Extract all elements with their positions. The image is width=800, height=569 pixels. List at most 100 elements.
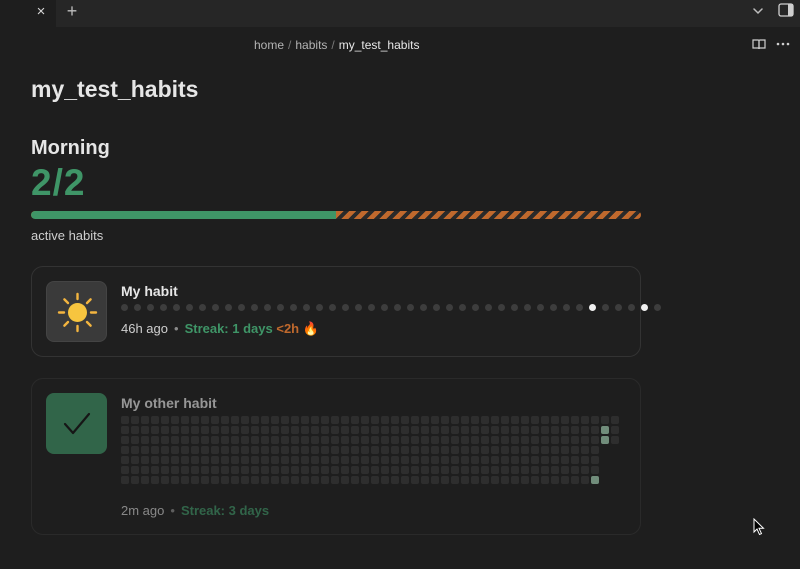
history-cell xyxy=(251,446,259,454)
history-cell xyxy=(221,416,229,424)
history-cell xyxy=(151,436,159,444)
history-cell xyxy=(131,436,139,444)
history-dot xyxy=(199,304,206,311)
last-completed: 46h ago xyxy=(121,321,168,336)
chevron-down-icon[interactable] xyxy=(751,4,765,18)
history-cell xyxy=(541,456,549,464)
habit-meta: 46h ago • Streak: 1 days <2h 🔥 xyxy=(121,321,319,337)
history-dot xyxy=(147,304,154,311)
history-cell xyxy=(611,416,619,424)
sidebar-toggle-icon[interactable] xyxy=(778,3,794,17)
progress-fill xyxy=(31,211,336,219)
history-cell xyxy=(131,476,139,484)
history-cell xyxy=(431,466,439,474)
history-cell xyxy=(411,446,419,454)
history-dot xyxy=(173,304,180,311)
history-cell xyxy=(141,466,149,474)
breadcrumb-habits[interactable]: habits xyxy=(295,38,327,52)
history-cell xyxy=(541,446,549,454)
new-tab-button[interactable]: + xyxy=(64,1,80,21)
history-cell xyxy=(241,416,249,424)
history-cell xyxy=(221,426,229,434)
history-cell xyxy=(541,466,549,474)
active-tab[interactable]: × xyxy=(0,0,56,27)
history-cell xyxy=(271,416,279,424)
history-cell xyxy=(371,426,379,434)
history-cell xyxy=(241,446,249,454)
history-cell xyxy=(211,436,219,444)
history-cell xyxy=(271,466,279,474)
history-cell xyxy=(331,456,339,464)
history-cell xyxy=(481,446,489,454)
book-icon[interactable] xyxy=(752,38,766,50)
history-cell xyxy=(431,456,439,464)
history-cell xyxy=(531,456,539,464)
history-cell xyxy=(181,416,189,424)
history-cell xyxy=(571,416,579,424)
habit-icon-box xyxy=(46,393,107,454)
close-tab-icon[interactable]: × xyxy=(34,4,48,20)
history-cell xyxy=(181,456,189,464)
history-dot xyxy=(264,304,271,311)
history-cell xyxy=(281,416,289,424)
history-cell xyxy=(551,466,559,474)
history-cell xyxy=(421,446,429,454)
history-cell xyxy=(431,446,439,454)
history-cell xyxy=(371,446,379,454)
streak-remaining: <2h xyxy=(276,321,300,336)
history-dot xyxy=(368,304,375,311)
history-cell xyxy=(421,426,429,434)
history-cell xyxy=(281,436,289,444)
history-cell xyxy=(141,446,149,454)
history-cell xyxy=(451,476,459,484)
history-dot xyxy=(576,304,583,311)
history-cell xyxy=(241,436,249,444)
history-dot xyxy=(602,304,609,311)
history-cell xyxy=(411,456,419,464)
meta-bullet: • xyxy=(170,503,175,518)
history-dot xyxy=(472,304,479,311)
history-cell xyxy=(511,426,519,434)
history-cell xyxy=(571,426,579,434)
history-cell xyxy=(581,456,589,464)
history-dot xyxy=(329,304,336,311)
history-cell xyxy=(341,476,349,484)
breadcrumb-separator: / xyxy=(331,38,335,52)
history-cell xyxy=(381,416,389,424)
history-cell xyxy=(481,416,489,424)
history-cell xyxy=(391,416,399,424)
history-cell xyxy=(481,456,489,464)
history-dot xyxy=(225,304,232,311)
history-cell xyxy=(581,426,589,434)
history-cell xyxy=(441,446,449,454)
flame-icon: 🔥 xyxy=(302,321,319,336)
history-cell xyxy=(201,456,209,464)
history-cell xyxy=(121,476,129,484)
habit-card[interactable]: My habit 46h ago • Streak: 1 days <2h 🔥 xyxy=(31,266,661,357)
history-cell xyxy=(511,476,519,484)
breadcrumb-home[interactable]: home xyxy=(254,38,284,52)
history-cell xyxy=(201,466,209,474)
history-cell xyxy=(411,416,419,424)
history-cell xyxy=(311,426,319,434)
history-cell xyxy=(591,416,599,424)
history-cell xyxy=(341,446,349,454)
history-cell xyxy=(251,476,259,484)
more-options-icon[interactable] xyxy=(776,42,790,46)
breadcrumb-current[interactable]: my_test_habits xyxy=(339,38,420,52)
history-cell xyxy=(151,476,159,484)
history-cell xyxy=(591,426,599,434)
history-cell xyxy=(171,476,179,484)
history-dot xyxy=(420,304,427,311)
history-cell xyxy=(541,426,549,434)
history-cell xyxy=(221,446,229,454)
history-cell xyxy=(361,456,369,464)
history-cell xyxy=(461,476,469,484)
history-cell xyxy=(531,466,539,474)
history-cell xyxy=(261,456,269,464)
history-cell xyxy=(551,456,559,464)
habit-card[interactable]: My other habit 2m ago • Streak: 3 days xyxy=(31,378,641,535)
history-cell xyxy=(541,416,549,424)
history-cell xyxy=(551,416,559,424)
history-cell xyxy=(181,446,189,454)
